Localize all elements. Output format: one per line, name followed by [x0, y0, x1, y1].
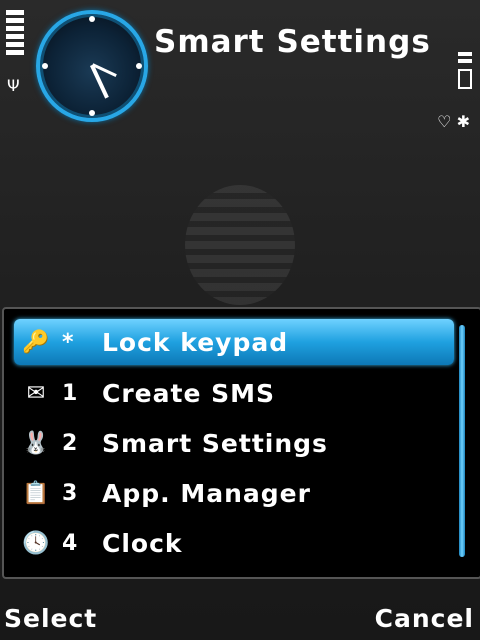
menu-item-app-manager[interactable]: 📋 3 App. Manager: [14, 470, 454, 516]
bluetooth-icon: ✱: [456, 112, 470, 131]
menu-item-clock[interactable]: 🕓 4 Clock: [14, 520, 454, 566]
menu-item-shortcut: 4: [62, 530, 78, 556]
key-icon: 🔑: [22, 329, 50, 355]
clock-icon: 🕓: [22, 530, 50, 556]
options-menu: 🔑 * Lock keypad ✉ 1 Create SMS 🐰 2 Smart…: [2, 307, 480, 579]
cancel-softkey[interactable]: Cancel: [375, 604, 474, 633]
menu-item-lock-keypad[interactable]: 🔑 * Lock keypad: [14, 319, 454, 365]
rabbit-icon: 🐰: [22, 430, 50, 456]
antenna-icon: Ψ: [7, 76, 20, 95]
menu-item-create-sms[interactable]: ✉ 1 Create SMS: [14, 370, 454, 416]
phone-screen: Ψ Smart Settings ♡ ✱ 🔑 * Lock keypad ✉ 1…: [0, 0, 480, 640]
status-icons: ♡ ✱: [437, 112, 470, 131]
signal-strength-icon: [6, 10, 24, 58]
menu-item-label: Create SMS: [102, 378, 276, 408]
menu-item-label: Clock: [102, 528, 183, 558]
page-title: Smart Settings: [154, 24, 431, 60]
analog-clock-icon: [36, 10, 148, 122]
menu-item-shortcut: 2: [62, 430, 78, 456]
envelope-icon: ✉: [26, 380, 46, 406]
menu-item-label: Lock keypad: [102, 327, 289, 357]
clipboard-icon: 📋: [22, 480, 50, 506]
menu-item-shortcut: 1: [62, 380, 78, 406]
menu-item-label: Smart Settings: [102, 428, 328, 458]
profile-icon: ♡: [437, 112, 452, 131]
menu-item-shortcut: *: [62, 329, 74, 355]
battery-icon: [458, 52, 472, 89]
scrollbar-thumb[interactable]: [459, 325, 465, 557]
menu-item-shortcut: 3: [62, 480, 78, 506]
select-softkey[interactable]: Select: [4, 604, 97, 633]
menu-item-smart-settings[interactable]: 🐰 2 Smart Settings: [14, 420, 454, 466]
softkey-bar: Select Cancel: [0, 600, 480, 640]
menu-item-label: App. Manager: [102, 478, 311, 508]
menu-scrollbar[interactable]: [459, 325, 465, 557]
